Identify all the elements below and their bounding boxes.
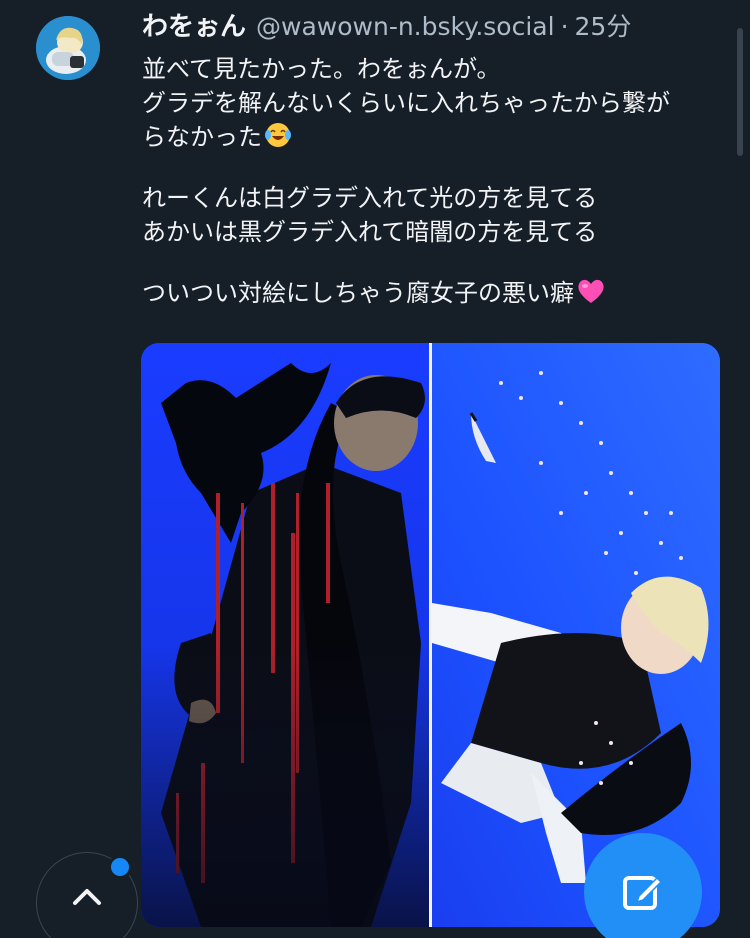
post-header: わをぉん @wawown-n.bsky.social · 25分 (142, 10, 631, 44)
compose-icon (623, 876, 663, 910)
post-text-line: らなかった (142, 120, 732, 154)
laughing-tears-emoji (264, 121, 292, 158)
post-text-line: あかいは黒グラデ入れて暗闇の方を見てる (142, 218, 598, 246)
chevron-up-icon (73, 889, 101, 905)
post-text-line: 並べて見たかった。わをぉんが。 (142, 55, 501, 83)
post-timestamp[interactable]: 25分 (575, 10, 632, 44)
separator-dot: · (560, 12, 569, 41)
left-panel (141, 343, 430, 927)
scrollbar[interactable] (737, 28, 743, 156)
avatar[interactable] (36, 16, 100, 80)
avatar-illustration (36, 16, 100, 80)
notification-dot (108, 855, 132, 879)
post-text-segment: らなかった (142, 123, 262, 151)
post-text-line: れーくんは白グラデ入れて光の方を見てる (142, 184, 598, 212)
panel-divider (429, 343, 432, 927)
post-text: 並べて見たかった。わをぉんが。 グラデを解んないくらいに入れちゃったから繋が ら… (142, 52, 732, 310)
right-panel (432, 343, 720, 927)
display-name[interactable]: わをぉん (142, 10, 246, 44)
post-screen: わをぉん @wawown-n.bsky.social · 25分 並べて見たかっ… (0, 0, 750, 938)
post-text-line: グラデを解んないくらいに入れちゃったから繋が (142, 89, 670, 117)
author-handle[interactable]: @wawown-n.bsky.social (256, 10, 555, 44)
pink-heart-emoji (576, 277, 606, 314)
post-text-line: ついつい対絵にしちゃう腐女子の悪い癖 (142, 276, 732, 310)
post-text-segment: ついつい対絵にしちゃう腐女子の悪い癖 (142, 279, 574, 307)
